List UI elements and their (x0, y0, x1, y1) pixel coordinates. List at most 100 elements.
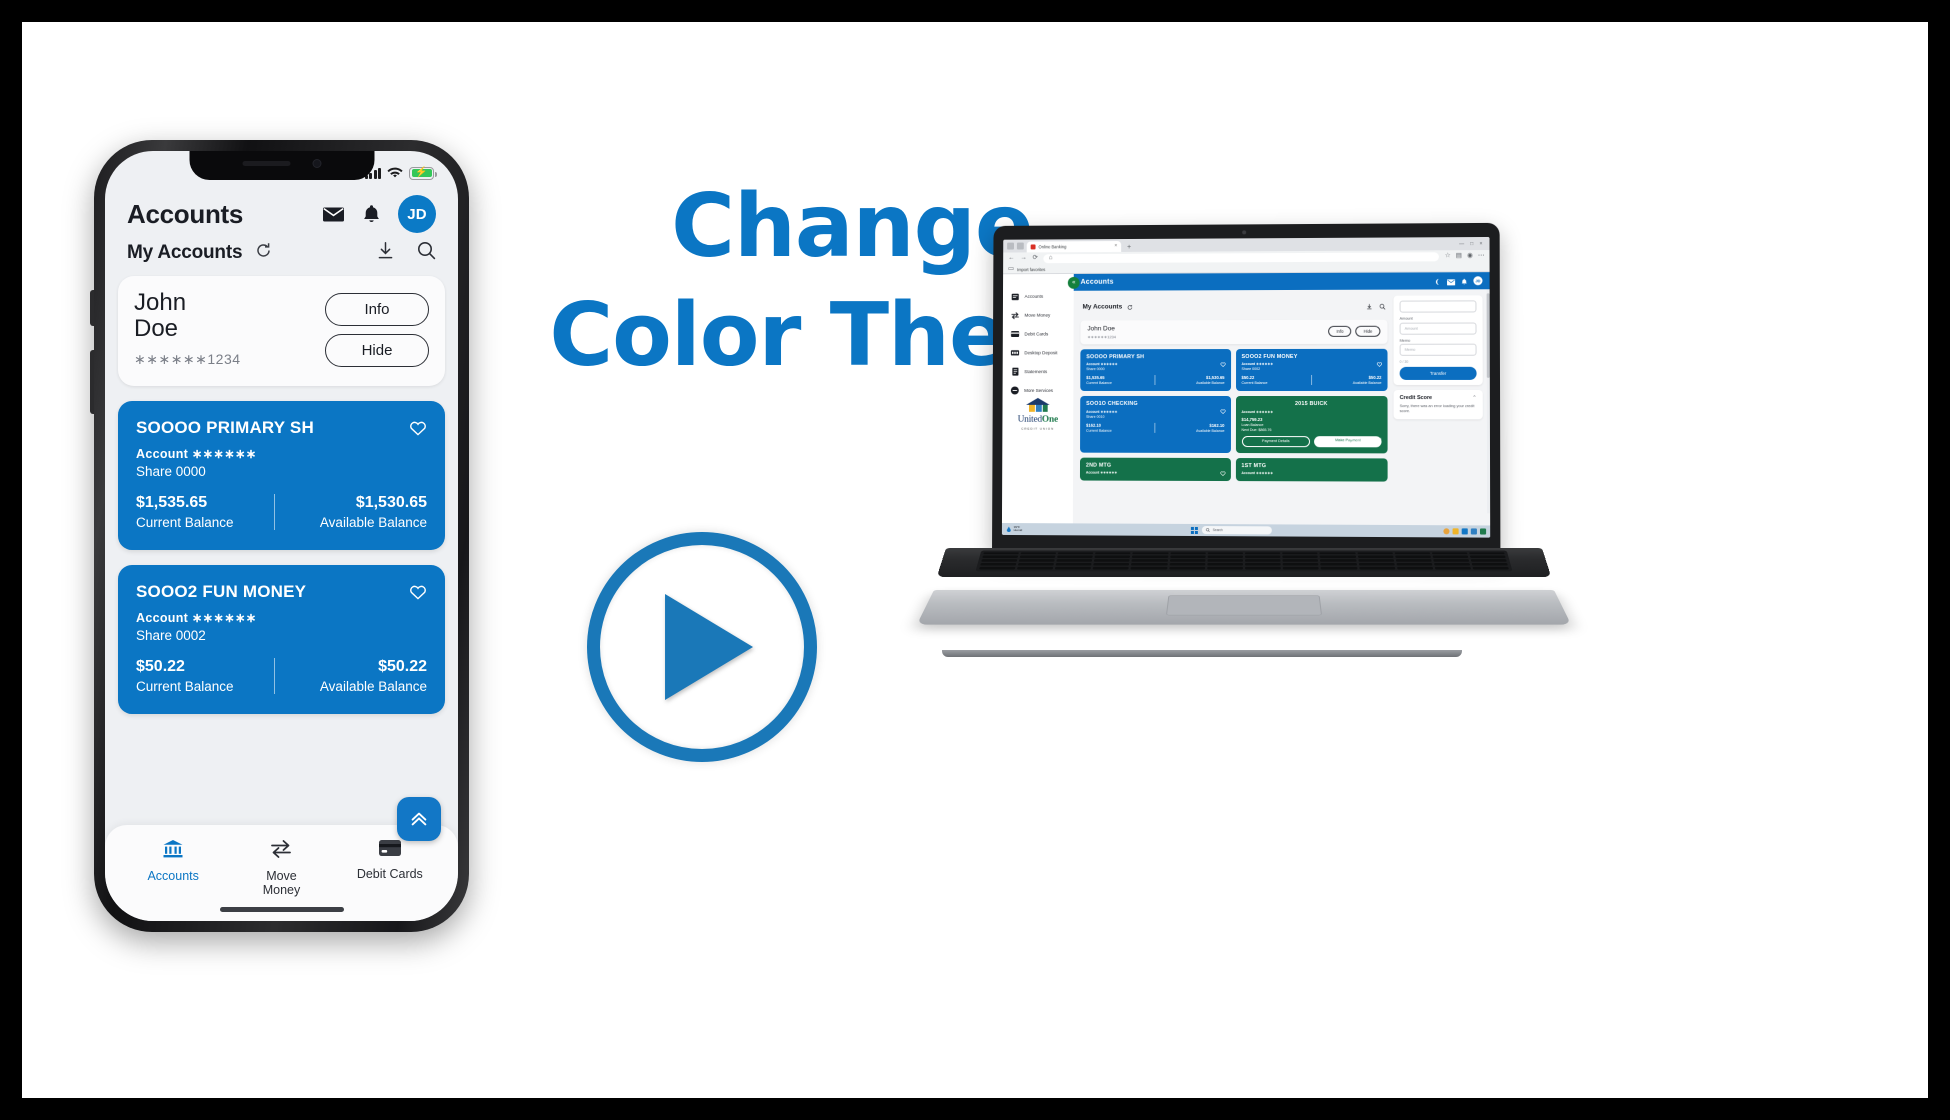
bell-icon[interactable] (1461, 272, 1467, 290)
sidebar-item-move-money[interactable]: Move Money (1003, 306, 1074, 325)
my-accounts-header: My Accounts (1080, 296, 1387, 321)
sidebar-item-debit-cards[interactable]: Debit Cards (1003, 324, 1074, 343)
maximize-icon[interactable]: □ (1470, 241, 1473, 247)
profile-icon[interactable]: ◉ (1467, 252, 1473, 260)
lock-icon: ⌂ (1048, 254, 1053, 262)
account-number-label: Account ∗∗∗∗∗∗ (1241, 471, 1273, 476)
hide-button[interactable]: Hide (325, 334, 429, 367)
hide-button[interactable]: Hide (1355, 326, 1381, 338)
trackpad[interactable] (1165, 595, 1323, 616)
import-favorites-label[interactable]: Import favorites (1017, 267, 1045, 272)
chat-app-icon[interactable] (1470, 528, 1477, 535)
account-number-label: Account ∗∗∗∗∗∗ (1241, 361, 1274, 367)
browser-tab[interactable]: Online Banking × (1026, 241, 1122, 253)
refresh-icon[interactable] (255, 242, 272, 264)
available-balance-label: Available Balance (319, 514, 427, 530)
tab-move-money[interactable]: Move Money (227, 839, 335, 898)
transfer-button[interactable]: Transfer (1399, 366, 1477, 380)
start-button-icon[interactable] (1190, 526, 1198, 534)
phone-notch (189, 151, 374, 180)
account-card[interactable]: SOOOO PRIMARY SH Account ∗∗∗∗∗∗ Share 00… (118, 400, 445, 550)
address-bar[interactable]: ⌂ (1043, 252, 1439, 264)
search-icon[interactable] (1379, 297, 1385, 315)
favorite-heart-icon[interactable] (1220, 401, 1226, 419)
tab-actions-icon[interactable] (1007, 242, 1015, 250)
tab-accounts[interactable]: Accounts (119, 839, 227, 883)
avatar[interactable]: JD (398, 195, 436, 233)
mail-icon[interactable] (1447, 272, 1455, 290)
available-balance-amount: $162.10 (1209, 422, 1225, 428)
theme-toggle-icon[interactable] (1434, 272, 1441, 290)
account-share: Share 0002 (1241, 367, 1261, 372)
favorite-heart-icon[interactable] (1376, 353, 1382, 371)
laptop-lid: Online Banking × + — □ × ← → ⟳ ⌂ ☆ ▤ ◉ ⋯… (992, 222, 1501, 556)
favorites-icon[interactable]: ☆ (1445, 252, 1451, 260)
credit-score-panel: Credit Score ⌃ Sorry, there was an error… (1393, 390, 1483, 420)
phone-screen: ⚡ Accounts JD My Accounts John Doe ∗∗∗∗∗… (105, 151, 458, 921)
brand-name-part2: One (1041, 414, 1058, 425)
download-icon[interactable] (376, 241, 395, 265)
tab-accounts-label: Accounts (147, 869, 199, 883)
account-card[interactable]: SOO1O CHECKING Account ∗∗∗∗∗∗ Share 0010… (1080, 396, 1231, 453)
forward-icon[interactable]: → (1020, 255, 1026, 262)
new-tab-button[interactable]: + (1124, 244, 1134, 251)
account-card[interactable]: SOOOO PRIMARY SH Account ∗∗∗∗∗∗ Share 00… (1080, 348, 1231, 392)
mail-app-icon[interactable] (1461, 528, 1468, 535)
bell-icon[interactable] (362, 204, 381, 225)
user-identity: John Doe ∗∗∗∗∗∗1234 (1087, 325, 1116, 338)
page-scrollbar[interactable] (1486, 289, 1491, 514)
play-button[interactable] (587, 532, 817, 762)
memo-input[interactable]: Memo (1399, 343, 1477, 356)
chevron-up-icon[interactable]: ⌃ (1472, 395, 1476, 401)
favorite-heart-icon[interactable] (409, 584, 427, 605)
browser-menu-icon[interactable]: ⋯ (1478, 252, 1485, 260)
refresh-icon[interactable] (1127, 298, 1133, 316)
search-icon[interactable] (417, 241, 436, 265)
download-icon[interactable] (1366, 297, 1372, 315)
available-balance-amount: $1,530.65 (1205, 375, 1225, 381)
excel-app-icon[interactable] (1479, 528, 1487, 535)
weather-widget[interactable]: 39°F Humid (1006, 525, 1022, 533)
minimize-icon[interactable]: — (1459, 241, 1464, 247)
amount-input[interactable]: Amount (1399, 322, 1477, 335)
account-card[interactable]: SOOO2 FUN MONEY Account ∗∗∗∗∗∗ Share 000… (1235, 348, 1388, 392)
collections-icon[interactable]: ▤ (1456, 252, 1462, 260)
card-icon (1011, 330, 1020, 338)
tab-search-icon[interactable] (1016, 242, 1024, 250)
reload-icon[interactable]: ⟳ (1033, 255, 1038, 262)
sidebar-item-desktop-deposit[interactable]: Desktop Deposit (1003, 343, 1074, 362)
folder-app-icon[interactable] (1452, 528, 1459, 535)
brand-subtitle: CREDIT UNION (1021, 426, 1055, 431)
close-tab-icon[interactable]: × (1114, 243, 1117, 249)
loan-card[interactable]: 1ST MTG Account ∗∗∗∗∗∗ (1235, 457, 1388, 482)
account-card[interactable]: SOOO2 FUN MONEY Account ∗∗∗∗∗∗ Share 000… (118, 564, 445, 714)
mail-icon[interactable] (322, 206, 345, 223)
favorite-heart-icon[interactable] (1219, 463, 1225, 481)
tab-debit-cards[interactable]: Debit Cards (336, 839, 444, 881)
favorite-heart-icon[interactable] (1220, 354, 1226, 372)
phone-app-header: Accounts JD (105, 187, 458, 233)
loan-card[interactable]: 2ND MTG Account ∗∗∗∗∗∗ (1079, 457, 1231, 482)
back-icon[interactable]: ← (1008, 255, 1014, 262)
taskbar-search[interactable]: Search (1201, 526, 1272, 535)
favorite-heart-icon[interactable] (409, 420, 427, 441)
phone-mockup: ⚡ Accounts JD My Accounts John Doe ∗∗∗∗∗… (90, 140, 469, 932)
loan-card[interactable]: 2015 BUICK Account ∗∗∗∗∗∗ $14,759.23 Loa… (1235, 396, 1388, 454)
close-window-icon[interactable]: × (1479, 241, 1482, 247)
account-name: SOOOO PRIMARY SH (1086, 353, 1145, 360)
sidebar-item-accounts[interactable]: Accounts (1003, 287, 1074, 306)
sidebar-item-statements[interactable]: Statements (1003, 362, 1074, 381)
scroll-to-top-button[interactable] (397, 797, 441, 841)
avatar[interactable]: JD (1473, 276, 1483, 286)
keyboard-row (981, 555, 1507, 559)
scrollbar-thumb[interactable] (1486, 293, 1490, 379)
browser-app-icon[interactable] (1443, 528, 1450, 535)
account-name: SOOO2 FUN MONEY (136, 581, 307, 601)
payment-details-button[interactable]: Payment Details (1241, 435, 1311, 447)
info-button[interactable]: Info (325, 293, 429, 326)
info-button[interactable]: Info (1328, 326, 1352, 338)
collapse-sidebar-button[interactable]: « (1067, 276, 1080, 289)
available-balance-label: Available Balance (1196, 428, 1225, 433)
keyboard (975, 550, 1513, 572)
from-account-field[interactable] (1399, 300, 1477, 313)
